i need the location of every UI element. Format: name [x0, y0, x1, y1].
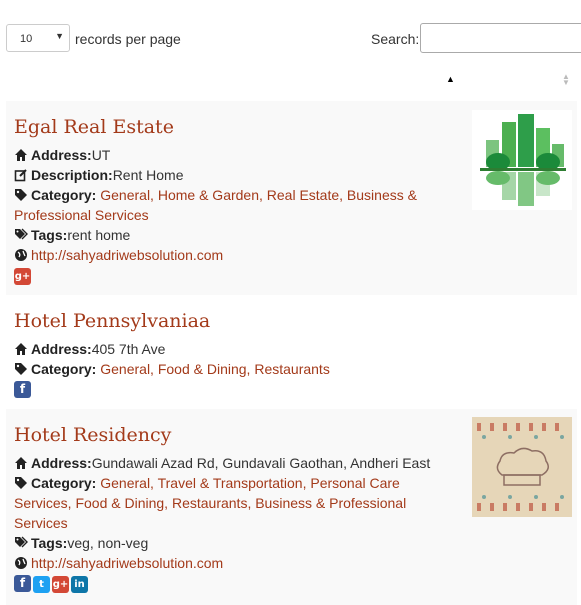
listing-tags: Tags:veg, non-veg — [14, 533, 454, 553]
listing-row: Hotel Residency Address:Gundawali Azad R… — [6, 409, 577, 605]
tag-icon — [15, 363, 27, 375]
listing-website: http://sahyadriwebsolution.com — [14, 245, 454, 265]
listing-title[interactable]: Hotel Residency — [14, 424, 171, 446]
tags-icon — [15, 228, 28, 240]
listing-thumbnail[interactable] — [472, 110, 572, 210]
listing-row: Egal Real Estate Address:UT Description:… — [6, 101, 577, 295]
listing-address: Address:Gundawali Azad Rd, Gundavali Gao… — [14, 453, 474, 473]
home-icon — [15, 343, 27, 355]
tag-icon — [15, 477, 27, 489]
listing-website: http://sahyadriwebsolution.com — [14, 553, 454, 573]
listing-address: Address:405 7th Ave — [14, 339, 454, 359]
table-controls: 10 ▼ records per page Search: — [0, 0, 581, 60]
listing-category: Category: General, Travel & Transportati… — [14, 475, 407, 531]
edit-icon — [14, 169, 27, 182]
website-link[interactable]: http://sahyadriwebsolution.com — [31, 247, 223, 263]
google-plus-icon[interactable]: g+ — [52, 576, 69, 593]
facebook-icon[interactable]: f — [14, 381, 31, 398]
tag-icon — [15, 189, 27, 201]
social-links: f t g+ in — [14, 574, 90, 593]
home-icon — [15, 457, 27, 469]
home-icon — [15, 149, 27, 161]
website-link[interactable]: http://sahyadriwebsolution.com — [31, 555, 223, 571]
listing-description: Description:Rent Home — [14, 165, 454, 185]
search-label: Search: — [371, 31, 420, 47]
google-plus-icon[interactable]: g+ — [14, 268, 31, 285]
listing-row: Hotel Pennsylvaniaa Address:405 7th Ave … — [6, 295, 577, 409]
records-per-page-label: records per page — [75, 31, 181, 47]
twitter-icon[interactable]: t — [33, 576, 50, 593]
records-per-page-select[interactable]: 10 ▼ — [6, 24, 70, 52]
sort-both-icon[interactable]: ▲ ▼ — [562, 73, 570, 87]
listing-title[interactable]: Hotel Pennsylvaniaa — [14, 310, 210, 332]
social-links: g+ — [14, 266, 33, 285]
listing-category: Category: General, Food & Dining, Restau… — [14, 359, 454, 379]
facebook-icon[interactable]: f — [14, 575, 31, 592]
globe-icon — [15, 249, 27, 261]
listing-thumbnail[interactable] — [472, 417, 572, 517]
search-input[interactable] — [420, 23, 581, 53]
listing-address: Address:UT — [14, 145, 454, 165]
linkedin-icon[interactable]: in — [71, 576, 88, 593]
tags-icon — [15, 536, 28, 548]
listing-tags: Tags:rent home — [14, 225, 454, 245]
sort-ascending-icon[interactable]: ▲ — [446, 74, 455, 84]
records-per-page-value: 10 — [20, 33, 33, 45]
listing-title[interactable]: Egal Real Estate — [14, 116, 174, 138]
listing-category: Category: General, Home & Garden, Real E… — [14, 187, 417, 223]
social-links: f — [14, 380, 33, 398]
globe-icon — [15, 557, 27, 569]
chevron-down-icon: ▼ — [55, 31, 64, 41]
